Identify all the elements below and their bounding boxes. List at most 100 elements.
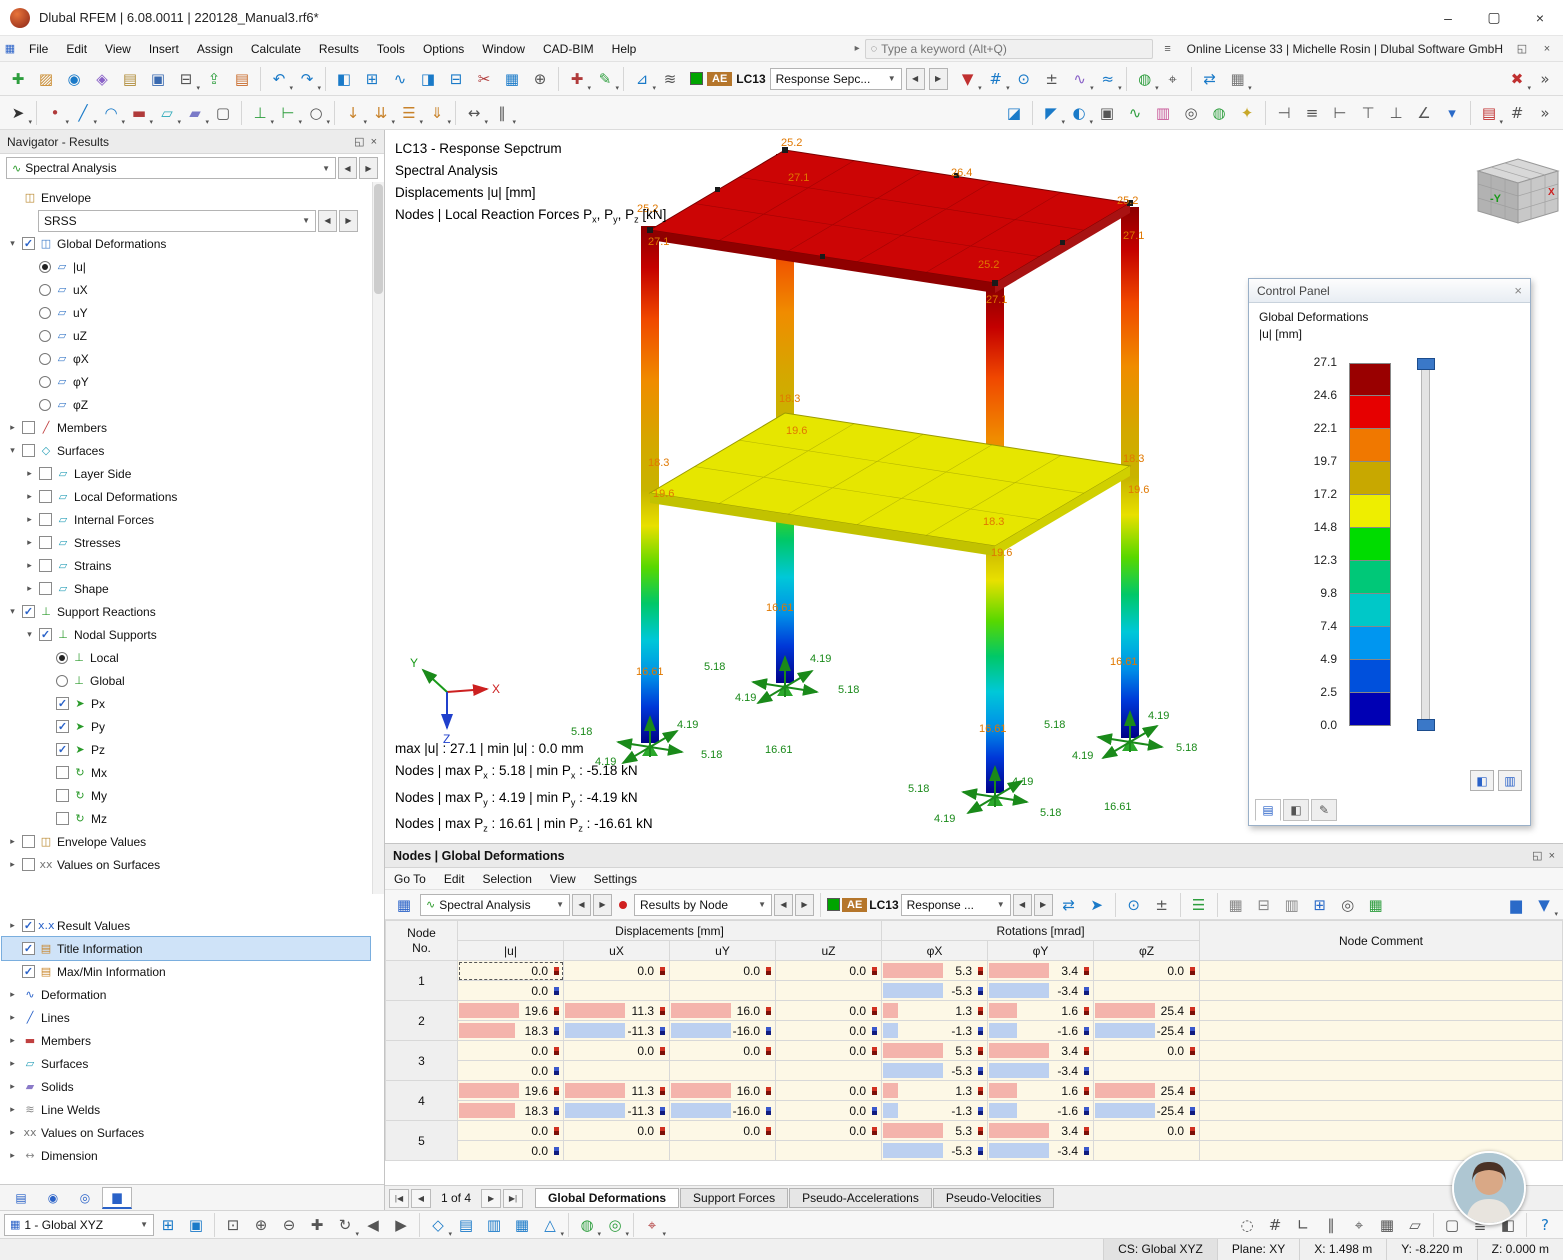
value-cell[interactable]: 19.6 xyxy=(457,1080,564,1101)
result-diagram-icon[interactable]: ∿ xyxy=(1122,100,1148,126)
value-cell[interactable]: -1.3 xyxy=(881,1100,989,1121)
zoom-values-icon[interactable]: ⊙ xyxy=(1011,66,1037,92)
radio-button[interactable] xyxy=(39,352,51,365)
pointer-sync-icon[interactable]: ➤ xyxy=(1084,892,1110,918)
hierarchy-icon[interactable]: ☰ xyxy=(1186,892,1212,918)
object-snap-toggle-icon[interactable]: ⌖ xyxy=(1346,1212,1372,1238)
line-support-icon[interactable]: ⊢ ▾ xyxy=(275,100,302,126)
close-button[interactable]: × xyxy=(1517,0,1563,35)
value-cell[interactable]: -3.4 xyxy=(987,1060,1095,1081)
table-menu-settings[interactable]: Settings xyxy=(585,868,646,890)
menu-results[interactable]: Results xyxy=(310,36,368,62)
column-header-y[interactable]: φY xyxy=(987,940,1095,961)
table-analysis-combo[interactable]: ∿ Spectral Analysis ▼ xyxy=(420,893,570,916)
next-combination-button[interactable]: ▶ xyxy=(339,209,358,232)
menu-options[interactable]: Options xyxy=(414,36,473,62)
scale-slider-handle-top[interactable] xyxy=(1417,358,1435,370)
checkbox[interactable]: ✓ xyxy=(56,697,69,710)
value-cell[interactable]: 18.3 xyxy=(457,1020,564,1041)
value-cell[interactable]: 0.0 xyxy=(457,1140,564,1161)
align-left-icon[interactable]: ⊣ xyxy=(1271,100,1297,126)
opening-tool-icon[interactable]: ▢ xyxy=(210,100,236,126)
radio-button[interactable] xyxy=(39,329,51,342)
calculate-all-icon[interactable]: ≋ xyxy=(657,66,683,92)
tree-item-max-min-information[interactable]: ✓ ▤ Max/Min Information xyxy=(2,960,370,983)
tree-item-dimension[interactable]: ▸ ↔ Dimension xyxy=(2,1144,370,1167)
value-cell[interactable]: 3.4 xyxy=(987,1040,1095,1061)
close-pane-icon[interactable]: × xyxy=(1537,43,1557,55)
displacements-group-header[interactable]: Displacements [mm] xyxy=(456,920,883,941)
previous-view-icon[interactable]: ◀ xyxy=(360,1212,386,1238)
value-cell[interactable]: 0.0 xyxy=(669,1120,776,1141)
expander-icon[interactable]: ▸ xyxy=(23,537,36,548)
navigator-tab-data[interactable]: ▤ xyxy=(6,1187,36,1209)
next-view-icon[interactable]: ▶ xyxy=(388,1212,414,1238)
tree-item-envelope[interactable]: ◫ Envelope xyxy=(2,186,370,209)
value-cell[interactable] xyxy=(1093,1140,1201,1161)
checkbox[interactable] xyxy=(39,513,52,526)
checkbox[interactable] xyxy=(22,835,35,848)
value-cell[interactable] xyxy=(563,1140,670,1161)
column-header-u[interactable]: |u| xyxy=(457,940,564,961)
checkbox[interactable]: ✓ xyxy=(56,720,69,733)
view-direction-icon[interactable]: ◤ ▾ xyxy=(1038,100,1065,126)
column-header-x[interactable]: φX xyxy=(881,940,989,961)
scrollbar-thumb[interactable] xyxy=(374,184,383,294)
next-table-case-button[interactable]: ▶ xyxy=(593,893,612,916)
tree-item-ux[interactable]: ▱ uX xyxy=(2,278,370,301)
smooth-results-icon[interactable]: ≈ ▾ xyxy=(1095,66,1121,92)
background-icon[interactable]: ▢ xyxy=(1439,1212,1465,1238)
radio-button[interactable] xyxy=(39,398,51,411)
value-cell[interactable] xyxy=(774,1060,883,1081)
align-right-icon[interactable]: ⊢ xyxy=(1327,100,1353,126)
prev-results-button[interactable]: ◀ xyxy=(774,893,793,916)
comment-column-header[interactable]: Node Comment xyxy=(1199,920,1563,961)
comment-cell[interactable] xyxy=(1199,960,1563,981)
tree-item-local-deformations[interactable]: ▸ ▱ Local Deformations xyxy=(2,485,370,508)
member-hinge-icon[interactable]: ○ ▾ xyxy=(303,100,330,126)
scale-slider[interactable] xyxy=(1417,358,1435,731)
next-results-button[interactable]: ▶ xyxy=(795,893,814,916)
expander-icon[interactable]: ▸ xyxy=(6,1058,19,1069)
expander-icon[interactable]: ▾ xyxy=(23,629,36,640)
grid-settings-icon[interactable]: # xyxy=(1504,100,1530,126)
checkbox[interactable]: ✓ xyxy=(56,743,69,756)
mesh-generate-icon[interactable]: ⊿ ▾ xyxy=(629,66,656,92)
value-cell[interactable]: -16.0 xyxy=(669,1020,776,1041)
value-cell[interactable]: -5.3 xyxy=(881,980,989,1001)
value-cell[interactable]: -3.4 xyxy=(987,1140,1095,1161)
value-cell[interactable] xyxy=(669,1060,776,1081)
next-lc-button[interactable]: ▶ xyxy=(1033,893,1053,916)
node-number-cell[interactable]: 2 xyxy=(385,1000,458,1041)
nodal-load-icon[interactable]: ↓ ▾ xyxy=(340,100,367,126)
free-load-icon[interactable]: ⇓ ▾ xyxy=(424,100,451,126)
value-cell[interactable]: 0.0 xyxy=(1093,960,1201,981)
value-cell[interactable]: 0.0 xyxy=(774,1000,883,1021)
tree-item-title-information[interactable]: ✓ ▤ Title Information xyxy=(1,936,371,961)
tree-item-px[interactable]: ✓ ➤ Px xyxy=(2,692,370,715)
search-table-icon[interactable]: ◎ xyxy=(1335,892,1361,918)
align-bottom-icon[interactable]: ⊥ xyxy=(1383,100,1409,126)
table-menu-selection[interactable]: Selection xyxy=(474,868,541,890)
tree-item-result-values[interactable]: ▸ ✓ x.x Result Values xyxy=(2,914,370,937)
scrollbar[interactable] xyxy=(372,182,384,894)
align-center-icon[interactable]: ≡ xyxy=(1299,100,1325,126)
comment-cell[interactable] xyxy=(1199,980,1563,1001)
analysis-type-combo[interactable]: ∿ Spectral Analysis ▼ xyxy=(6,157,336,179)
line-grid-icon[interactable]: ▦ xyxy=(1374,1212,1400,1238)
comment-cell[interactable] xyxy=(1199,1040,1563,1061)
table-menu-edit[interactable]: Edit xyxy=(435,868,474,890)
value-cell[interactable]: 0.0 xyxy=(457,1060,564,1081)
radio-button[interactable] xyxy=(39,260,51,273)
radio-button[interactable] xyxy=(56,674,68,687)
checkbox[interactable] xyxy=(56,812,69,825)
empty-rows-icon[interactable]: ⊟ xyxy=(1251,892,1277,918)
dock-icon[interactable]: ◱ xyxy=(1532,849,1542,862)
load-case-combo[interactable]: Response Sepc... ▼ xyxy=(769,67,902,90)
tree-item-support-reactions[interactable]: ▾ ✓ ⊥ Support Reactions xyxy=(2,600,370,623)
tables-panel-icon[interactable]: ⊞ xyxy=(359,66,385,92)
view-in-x-icon[interactable]: ▤ xyxy=(453,1212,479,1238)
guidelines-toggle-icon[interactable]: ∥ xyxy=(1318,1212,1344,1238)
value-cell[interactable]: -1.3 xyxy=(881,1020,989,1041)
next-analysis-button[interactable]: ▶ xyxy=(359,157,378,179)
